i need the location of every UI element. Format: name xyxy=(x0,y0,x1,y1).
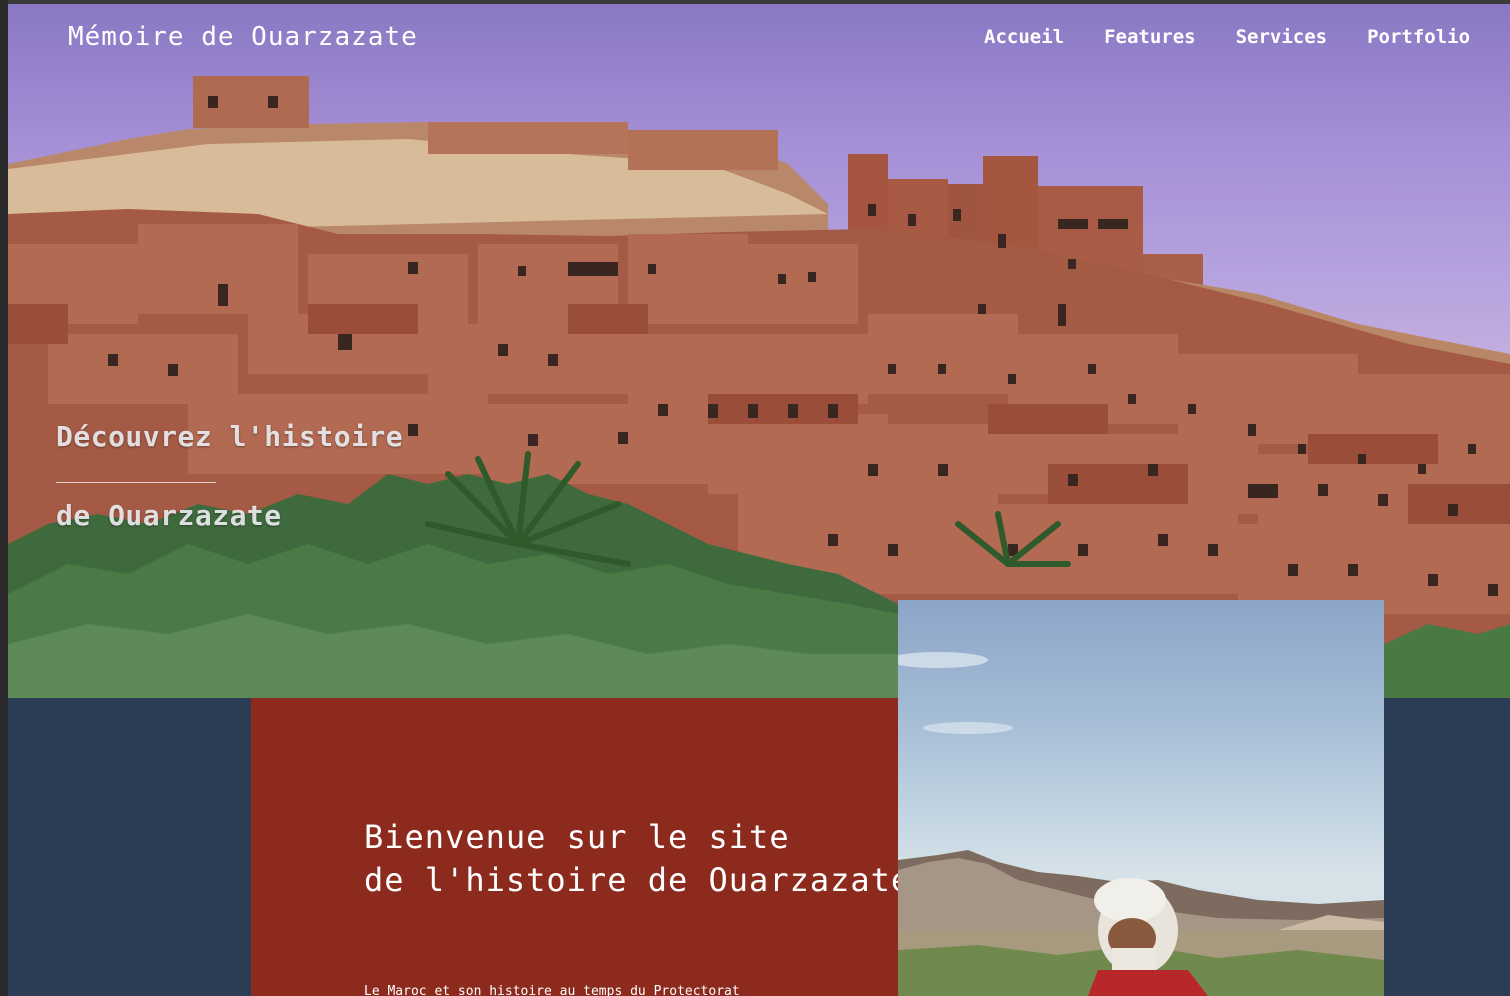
intro-subtitle: Le Maroc et son histoire au temps du Pro… xyxy=(364,984,740,996)
nav-link-services[interactable]: Services xyxy=(1236,26,1328,48)
berber-portrait-image xyxy=(898,652,1384,996)
site-brand[interactable]: Mémoire de Ouarzazate xyxy=(68,22,418,52)
hero-divider xyxy=(56,482,216,483)
main-nav: Accueil Features Services Portfolio Co xyxy=(984,26,1510,48)
hero-heading-line1: Découvrez l'histoire xyxy=(56,420,404,453)
kasbah-image xyxy=(8,76,1510,698)
hero-heading: Découvrez l'histoire de Ouarzazate xyxy=(56,420,516,532)
nav-link-accueil[interactable]: Accueil xyxy=(984,26,1064,48)
hero-banner: Mémoire de Ouarzazate Accueil Features S… xyxy=(8,4,1510,698)
portrait-photo xyxy=(898,600,1384,996)
welcome-heading: Bienvenue sur le site de l'histoire de O… xyxy=(364,816,911,902)
window-left-edge xyxy=(0,0,8,996)
nav-link-features[interactable]: Features xyxy=(1104,26,1196,48)
welcome-heading-line2: de l'histoire de Ouarzazate xyxy=(364,861,912,899)
welcome-heading-line1: Bienvenue sur le site xyxy=(364,818,790,856)
hero-heading-line2: de Ouarzazate xyxy=(56,499,282,532)
nav-link-portfolio[interactable]: Portfolio xyxy=(1367,26,1470,48)
page: Mémoire de Ouarzazate Accueil Features S… xyxy=(8,4,1510,996)
